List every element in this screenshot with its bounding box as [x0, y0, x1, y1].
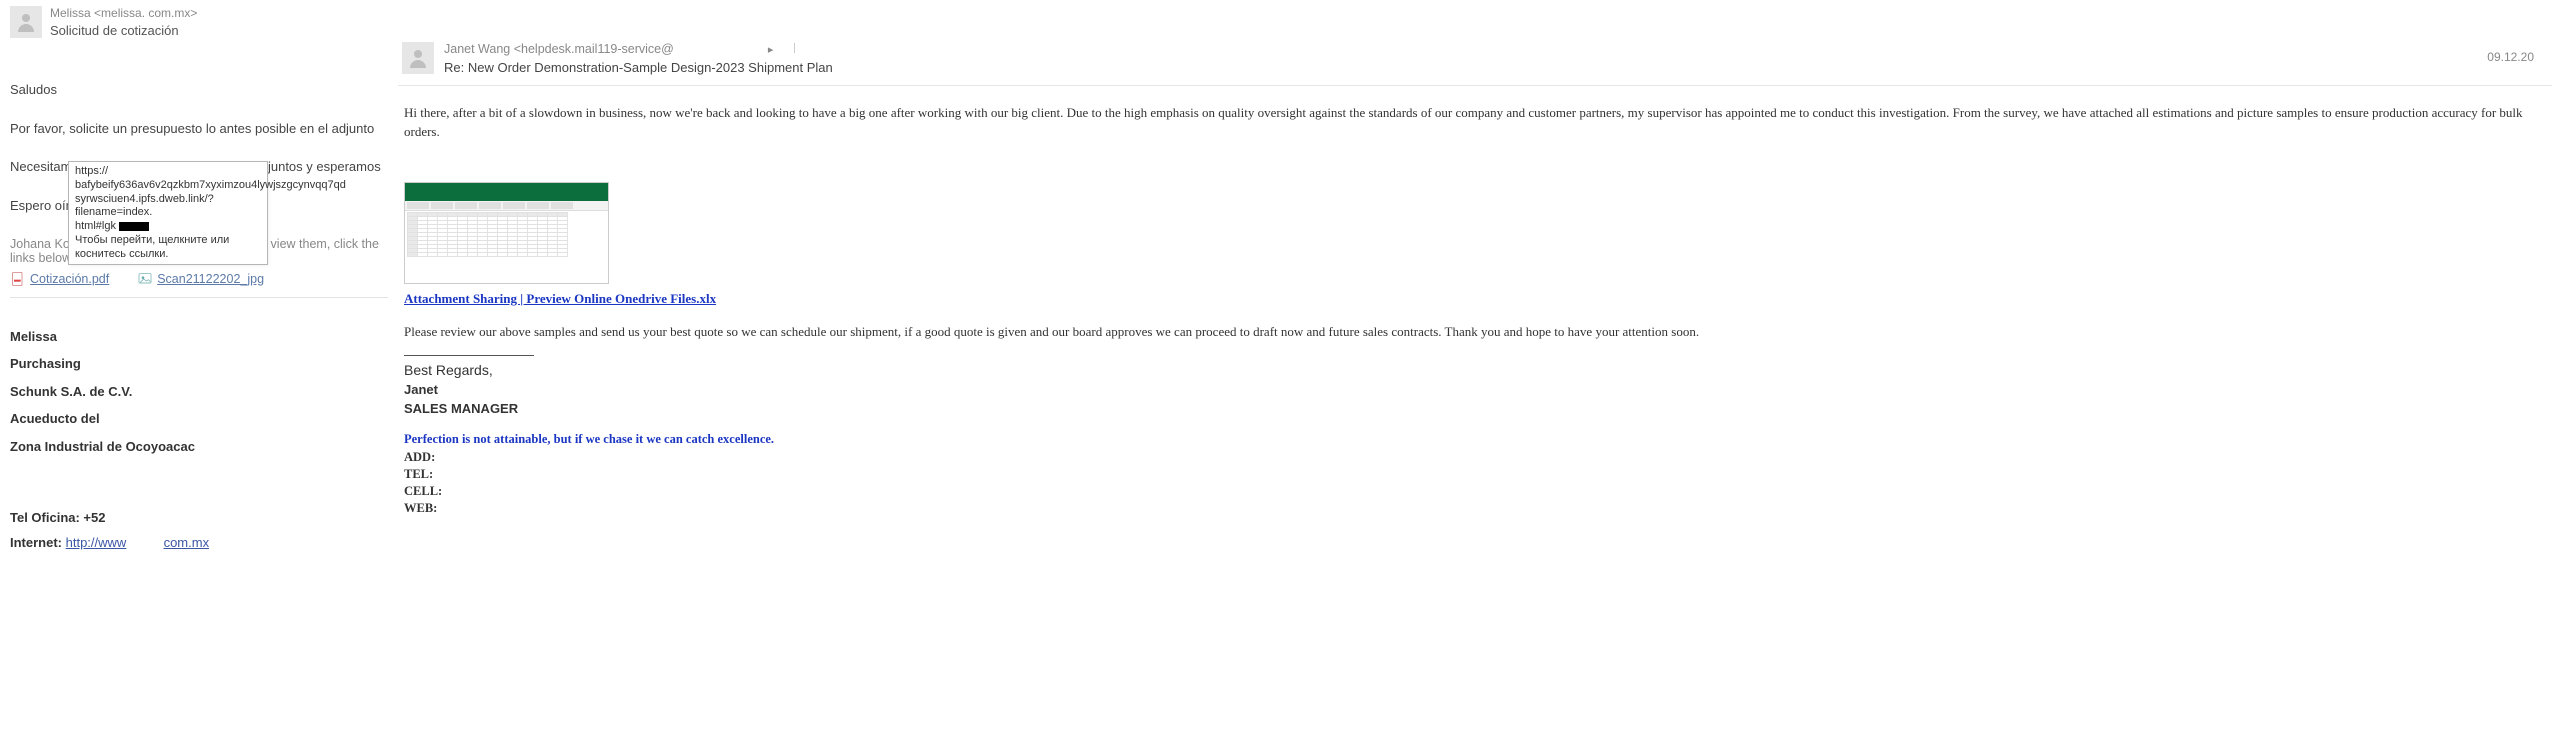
sig-street: Acueducto del — [10, 408, 388, 429]
field-web: WEB: — [404, 500, 2530, 517]
left-header: Melissa <melissa. com.mx> Solicitud de c… — [10, 6, 388, 38]
tooltip-line-4: html#lgk — [75, 220, 261, 234]
right-sender-address: Janet Wang <helpdesk.mail119-service@▸ — [444, 42, 833, 56]
sig-bestregards: Best Regards, — [404, 360, 2530, 380]
attachment-jpg-label: Scan21122202_jpg — [157, 272, 264, 286]
greeting: Saludos — [10, 78, 388, 103]
body-line-1: Por favor, solicite un presupuesto lo an… — [10, 117, 388, 142]
pdf-icon — [10, 271, 26, 287]
sig-name: Melissa — [10, 326, 388, 347]
right-signature: Best Regards, Janet SALES MANAGER — [404, 360, 2530, 418]
tooltip-line-5: Чтобы перейти, щелкните или коснитесь сс… — [75, 234, 261, 262]
right-subject: Re: New Order Demonstration-Sample Desig… — [444, 60, 833, 75]
recipient-arrow-icon: ▸ — [768, 44, 774, 56]
left-sender-address: Melissa <melissa. com.mx> — [50, 6, 388, 20]
attachment-pdf-link[interactable]: Cotización.pdf — [10, 271, 109, 287]
excel-preview-image[interactable] — [404, 182, 609, 284]
sig-url-2[interactable]: com.mx — [164, 535, 210, 550]
onedrive-preview-link[interactable]: Attachment Sharing | Preview Online Oned… — [404, 290, 716, 309]
attachment-jpg-link[interactable]: Scan21122202_jpg — [137, 271, 264, 287]
attachment-pdf-label: Cotización.pdf — [30, 272, 109, 286]
redacted-icon — [119, 222, 149, 231]
avatar-icon — [10, 6, 42, 38]
avatar-icon — [402, 42, 434, 74]
followup-paragraph: Please review our above samples and send… — [404, 323, 2530, 342]
quote-line: Perfection is not attainable, but if we … — [404, 430, 2530, 448]
field-tel: TEL: — [404, 466, 2530, 483]
sig-tel: Tel Oficina: +52 — [10, 507, 388, 528]
field-add: ADD: — [404, 449, 2530, 466]
signature-divider — [404, 355, 534, 356]
email-body: Hi there, after a bit of a slowdown in b… — [398, 86, 2552, 527]
tooltip-line-1: https:// — [75, 165, 261, 179]
sig-role: Purchasing — [10, 353, 388, 374]
tooltip-line-3: syrwsciuen4.ipfs.dweb.link/?filename=ind… — [75, 193, 261, 221]
sig-internet: Internet: http://www com.mx — [10, 532, 388, 553]
field-cell: CELL: — [404, 483, 2530, 500]
tooltip-line-2: bafybeify636av6v2qzkbm7xyximzou4lywjszgc… — [75, 179, 261, 193]
sig-zone: Zona Industrial de Ocoyoacac — [10, 436, 388, 457]
sig-title: SALES MANAGER — [404, 400, 2530, 419]
contact-fields: ADD: TEL: CELL: WEB: — [404, 449, 2530, 517]
left-signature: Melissa Purchasing Schunk S.A. de C.V. A… — [10, 326, 388, 554]
right-email-view: Janet Wang <helpdesk.mail119-service@▸ R… — [398, 0, 2552, 564]
right-date: 09.12.20 — [2487, 50, 2534, 64]
left-email-preview: Melissa <melissa. com.mx> Solicitud de c… — [0, 0, 398, 564]
left-subject: Solicitud de cotización — [50, 23, 388, 38]
right-header: Janet Wang <helpdesk.mail119-service@▸ R… — [398, 0, 2552, 86]
sig-name: Janet — [404, 381, 2530, 400]
sig-url-1[interactable]: http://www — [66, 535, 127, 550]
divider — [10, 297, 388, 298]
link-tooltip: https:// bafybeify636av6v2qzkbm7xyximzou… — [68, 161, 268, 265]
image-icon — [137, 271, 153, 287]
intro-paragraph: Hi there, after a bit of a slowdown in b… — [404, 104, 2530, 142]
sig-company: Schunk S.A. de C.V. — [10, 381, 388, 402]
attachments-row: Cotización.pdf Scan21122202_jpg — [10, 271, 388, 287]
